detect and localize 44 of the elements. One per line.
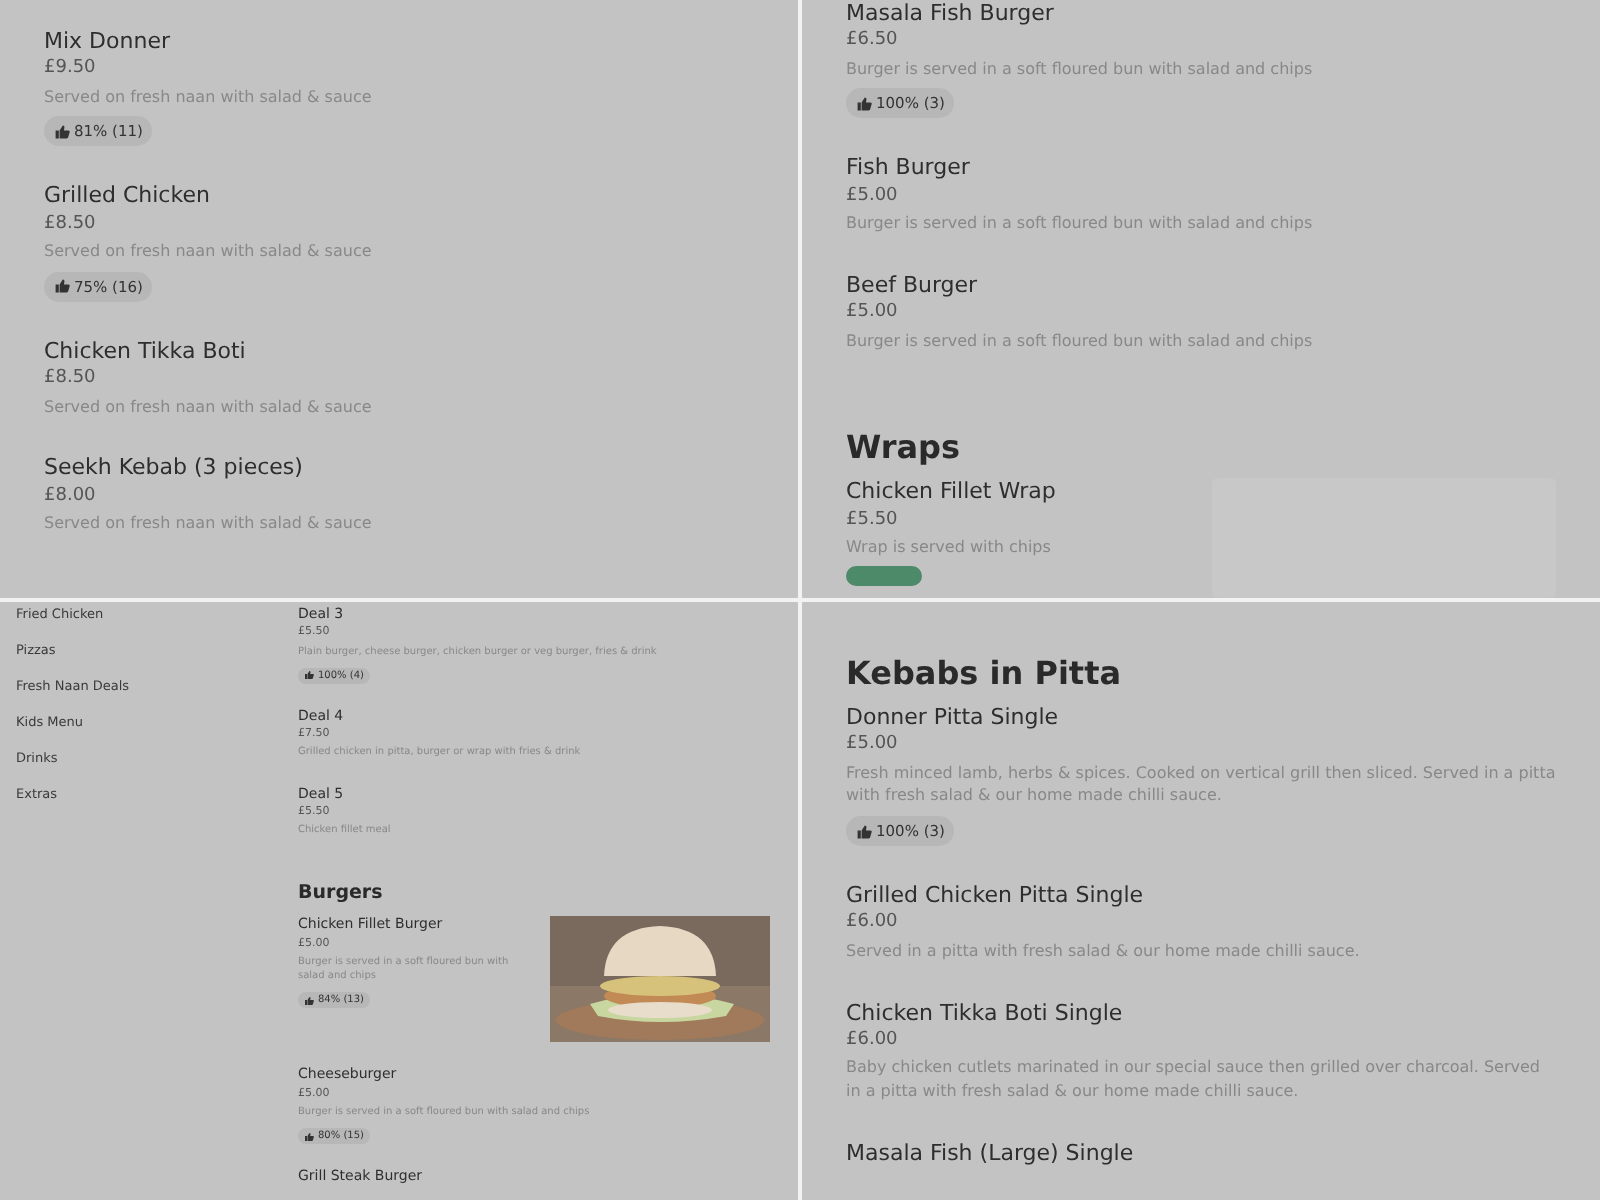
item-name[interactable]: Grilled Chicken [44, 182, 754, 210]
item-price: £6.00 [846, 1029, 900, 1053]
item-price: £5.50 [846, 509, 900, 533]
item-price: £5.00 [846, 185, 900, 209]
item-name[interactable]: Beef Burger [846, 271, 1556, 299]
item-price: £8.50 [44, 368, 98, 392]
item-price: £8.50 [44, 213, 98, 237]
item-name[interactable]: Masala Fish (Large) Single [846, 1139, 1556, 1166]
item-name[interactable]: Mix Donner [44, 28, 754, 55]
item-price: £5.00 [846, 734, 900, 758]
item-price: £8.00 [44, 485, 98, 509]
item-name[interactable]: Chicken Tikka Boti Single [846, 999, 1556, 1026]
thumbs-up-icon [304, 670, 314, 681]
item-price: £5.00 [846, 302, 900, 326]
item-description: Served in a pitta with fresh salad & our home made chilli sauce. [846, 939, 1362, 964]
item-description: Served on fresh naan with salad & sauce [44, 512, 374, 536]
thumbs-up-icon [856, 95, 872, 112]
item-name[interactable]: Chicken Fillet Wrap [846, 478, 1200, 506]
item-name[interactable]: Donner Pitta Single [846, 704, 1556, 731]
item-description: Served on fresh naan with salad & sauce [44, 240, 374, 264]
item-description: Wrap is served with chips [846, 536, 1053, 560]
thumbs-up-icon [54, 278, 70, 295]
section-heading: Kebabs in Pitta [846, 654, 1124, 692]
item-name[interactable]: Seekh Kebab (3 pieces) [44, 454, 754, 482]
item-description: Fresh minced lamb, herbs & spices. Cooked on vertical grill then sliced. Served in a pitta with fresh salad & our home made chilli sauce. [846, 761, 1556, 809]
item-description: Baby chicken cutlets marinated in our special sauce then grilled over charcoal. Served in a pitta with fresh salad & our home made chilli sauce. [846, 1056, 1542, 1104]
item-price: £6.00 [846, 912, 900, 936]
section-heading: Burgers [298, 882, 385, 905]
item-name[interactable]: Fish Burger [846, 154, 1556, 182]
item-description: Burger is served in a soft floured bun with salad and chips [846, 57, 1315, 81]
thumbs-up-icon [54, 123, 70, 140]
section-heading: Wraps [846, 428, 963, 467]
item-description: Served on fresh naan with salad & sauce [44, 85, 374, 109]
item-price: £9.50 [44, 58, 98, 82]
item-name[interactable]: Masala Fish Burger [846, 0, 1556, 27]
item-description: Burger is served in a soft floured bun with salad and chips [846, 329, 1315, 353]
item-price: £6.50 [846, 30, 900, 54]
thumbs-up-icon [304, 1131, 314, 1142]
thumbs-up-icon [856, 823, 872, 840]
item-description: Served on fresh naan with salad & sauce [44, 395, 374, 419]
item-name[interactable]: Grilled Chicken Pitta Single [846, 882, 1556, 909]
item-description: Burger is served in a soft floured bun with salad and chips [846, 212, 1315, 236]
thumbs-up-icon [304, 995, 314, 1006]
item-name[interactable]: Chicken Tikka Boti [44, 337, 754, 365]
